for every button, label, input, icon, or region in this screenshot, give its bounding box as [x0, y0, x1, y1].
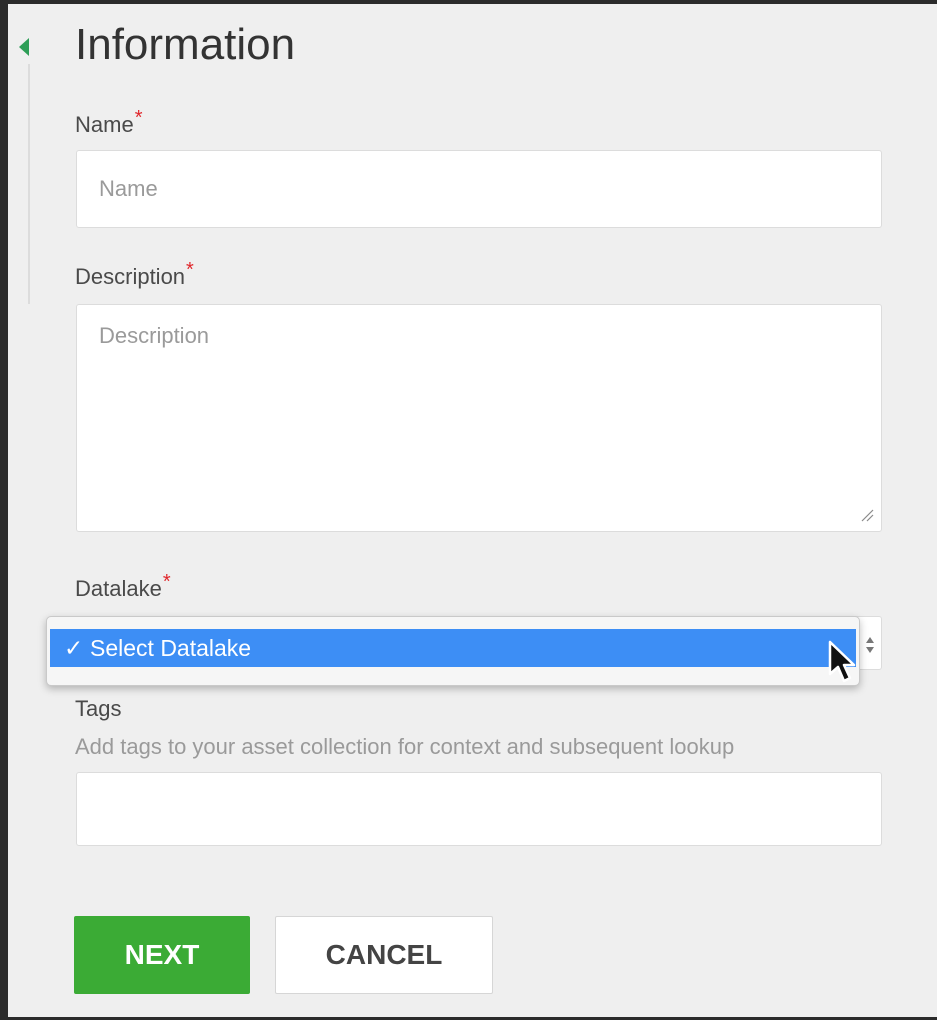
- cancel-button[interactable]: CANCEL: [275, 916, 493, 994]
- required-marker: *: [134, 107, 143, 129]
- datalake-label-text: Datalake: [75, 576, 162, 601]
- next-button[interactable]: NEXT: [74, 916, 250, 994]
- tags-label: Tags: [75, 696, 122, 721]
- datalake-option-select-datalake[interactable]: ✓ Select Datalake: [50, 629, 856, 667]
- required-marker: *: [186, 259, 194, 281]
- up-down-stepper-icon: [866, 637, 874, 653]
- datalake-label: Datalake*: [75, 571, 171, 602]
- description-textarea[interactable]: [76, 304, 882, 532]
- page-title: Information: [75, 20, 296, 69]
- tags-hint: Add tags to your asset collection for co…: [75, 734, 735, 759]
- resize-grip-icon[interactable]: [860, 508, 874, 522]
- chevron-left-icon[interactable]: [19, 38, 29, 56]
- name-label-text: Name: [75, 112, 134, 137]
- name-label: Name*: [75, 107, 142, 138]
- option-label: Select Datalake: [90, 635, 252, 661]
- description-label: Description*: [75, 259, 194, 290]
- datalake-dropdown-menu: ✓ Select Datalake: [46, 616, 860, 686]
- name-input[interactable]: [76, 150, 882, 228]
- description-label-text: Description: [75, 264, 186, 289]
- required-marker: *: [162, 571, 171, 593]
- checkmark-icon: ✓: [64, 635, 84, 661]
- side-divider: [28, 64, 30, 304]
- form-panel: Information Name* Description* Datalake*…: [0, 0, 937, 1020]
- tags-input[interactable]: [76, 772, 882, 846]
- mouse-cursor-icon: [828, 640, 856, 683]
